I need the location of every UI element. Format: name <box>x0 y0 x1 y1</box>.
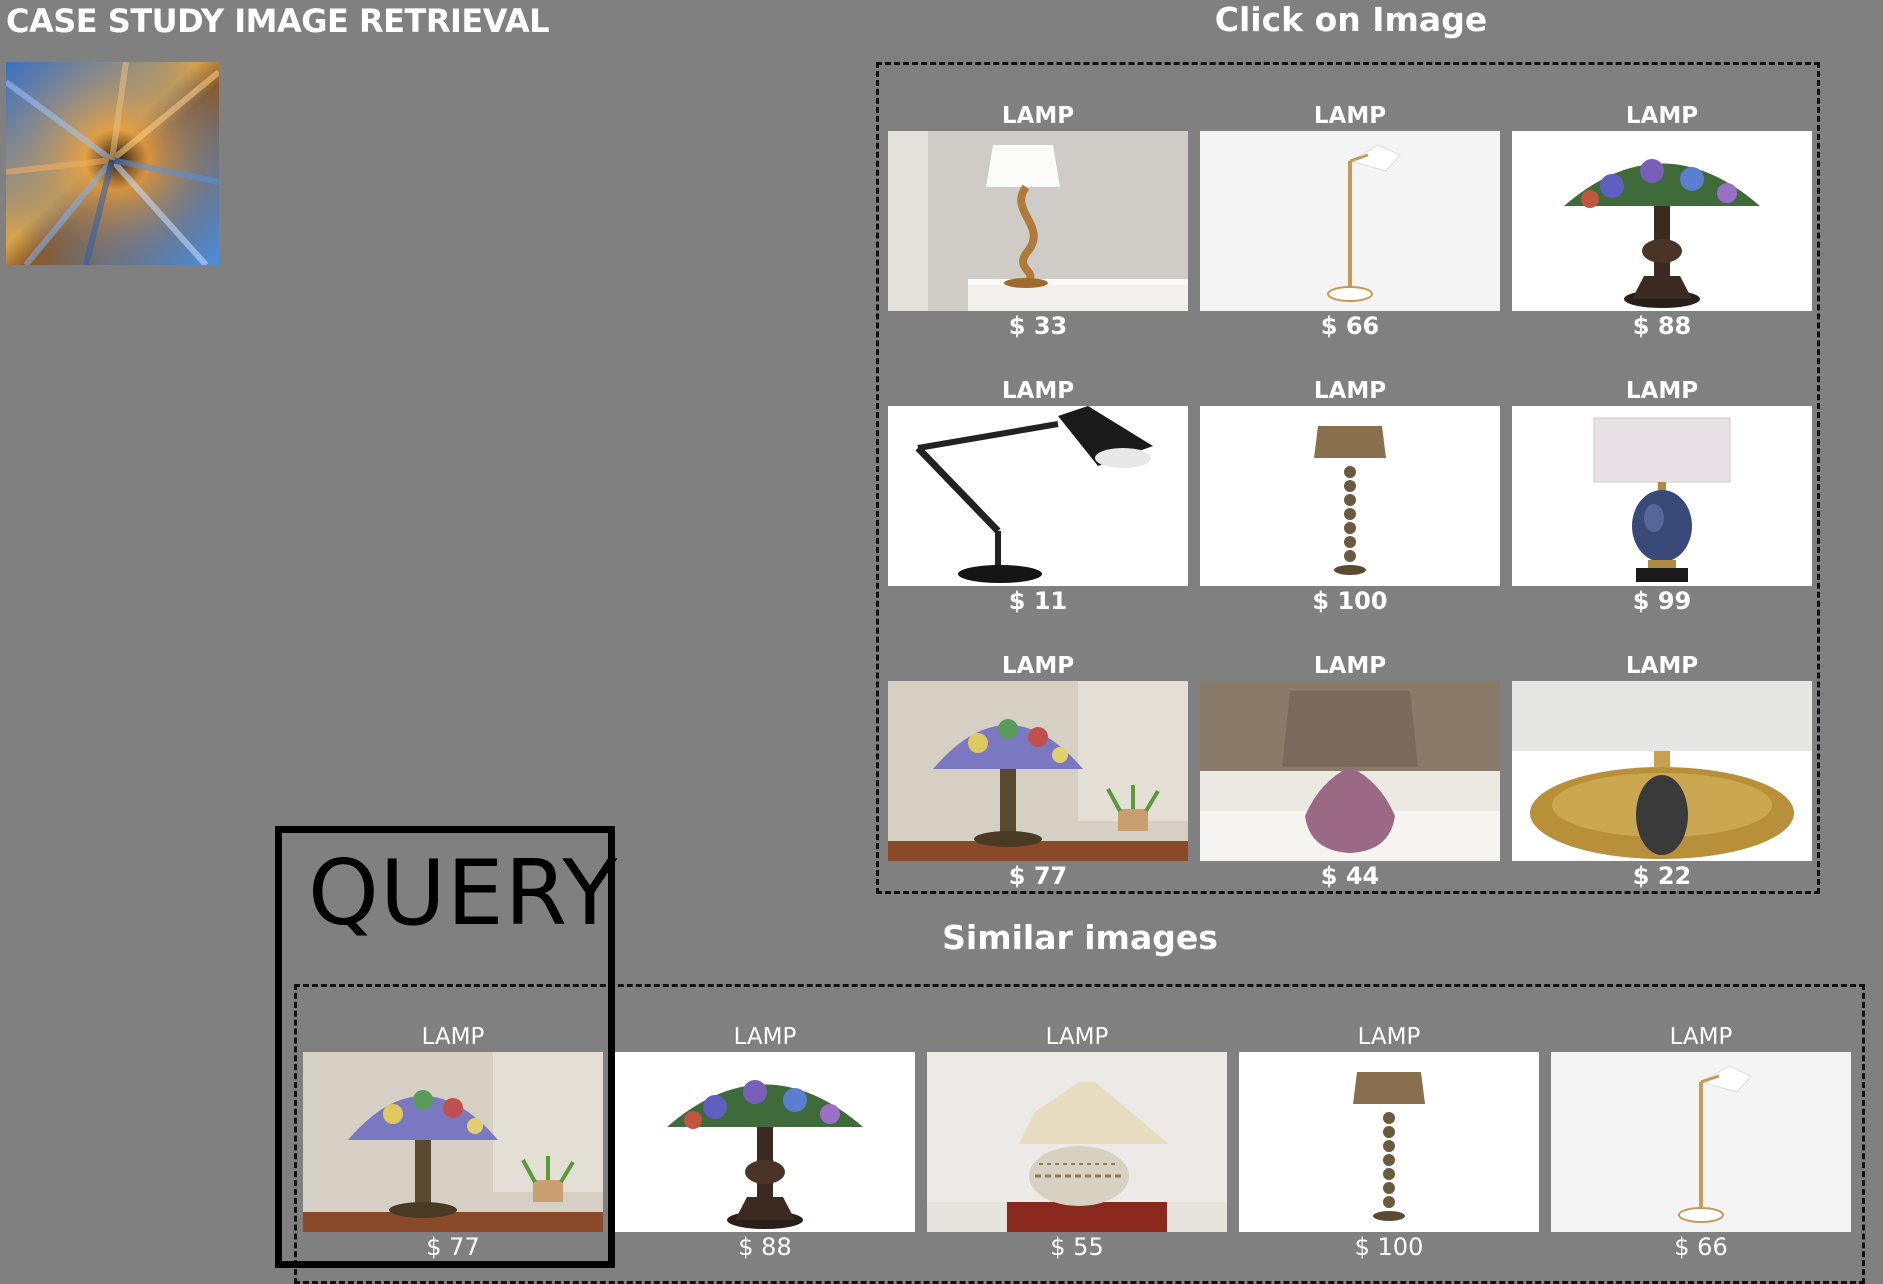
card-label: LAMP <box>1313 653 1387 679</box>
similar-card[interactable]: LAMP $ 100 <box>1239 1022 1539 1261</box>
card-price: $ 99 <box>1632 587 1692 615</box>
card-label: LAMP <box>1357 1024 1421 1050</box>
tiffany-lamp-room-image[interactable] <box>888 681 1188 861</box>
grid-card[interactable]: LAMP $ 11 <box>888 376 1188 615</box>
click-image-grid: LAMP $ 33 LAMP $ 66 LAMP $ 88 LAMP $ 11 … <box>876 62 1820 894</box>
card-price: $ 11 <box>1008 587 1068 615</box>
app-title: CASE STUDY IMAGE RETRIEVAL <box>6 2 549 40</box>
query-label: QUERY <box>308 841 619 946</box>
card-label: LAMP <box>1001 103 1075 129</box>
card-label: LAMP <box>1001 653 1075 679</box>
logo-image <box>6 62 219 265</box>
swing-arm-desk-lamp-image[interactable] <box>888 406 1188 586</box>
card-label: LAMP <box>1001 378 1075 404</box>
similar-images-title: Similar images <box>942 918 1218 957</box>
ceramic-pot-lamp-image[interactable] <box>927 1052 1227 1232</box>
floor-lamp-brass-image[interactable] <box>1551 1052 1851 1232</box>
card-price: $ 88 <box>1632 312 1692 340</box>
query-highlight-box: QUERY <box>275 826 619 1268</box>
grid-card[interactable]: LAMP $ 88 <box>1512 101 1812 340</box>
similar-card[interactable]: LAMP $ 55 <box>927 1022 1227 1261</box>
purple-glass-lamp-image[interactable] <box>1200 681 1500 861</box>
card-price: $ 66 <box>1320 312 1380 340</box>
card-price: $ 22 <box>1632 862 1692 890</box>
card-price: $ 88 <box>738 1233 792 1261</box>
card-price: $ 44 <box>1320 862 1380 890</box>
grid-card[interactable]: LAMP $ 22 <box>1512 651 1812 890</box>
gold-oval-lamp-image[interactable] <box>1512 681 1812 861</box>
spindle-floor-lamp-image[interactable] <box>1239 1052 1539 1232</box>
card-price: $ 66 <box>1674 1233 1728 1261</box>
grid-card[interactable]: LAMP $ 77 <box>888 651 1188 890</box>
click-on-image-title: Click on Image <box>1214 0 1488 39</box>
tiffany-lamp-roses-image[interactable] <box>1512 131 1812 311</box>
floor-lamp-brass-image[interactable] <box>1200 131 1500 311</box>
grid-card[interactable]: LAMP $ 99 <box>1512 376 1812 615</box>
card-label: LAMP <box>1625 653 1699 679</box>
card-label: LAMP <box>733 1024 797 1050</box>
similar-card[interactable]: LAMP $ 88 <box>615 1022 915 1261</box>
spindle-floor-lamp-image[interactable] <box>1200 406 1500 586</box>
blue-ceramic-table-lamp-image[interactable] <box>1512 406 1812 586</box>
card-label: LAMP <box>1313 378 1387 404</box>
card-label: LAMP <box>1625 378 1699 404</box>
card-price: $ 100 <box>1354 1233 1424 1261</box>
tiffany-lamp-roses-image[interactable] <box>615 1052 915 1232</box>
card-price: $ 55 <box>1050 1233 1104 1261</box>
card-label: LAMP <box>1313 103 1387 129</box>
card-price: $ 33 <box>1008 312 1068 340</box>
card-label: LAMP <box>1625 103 1699 129</box>
grid-card[interactable]: LAMP $ 100 <box>1200 376 1500 615</box>
card-label: LAMP <box>1669 1024 1733 1050</box>
card-price: $ 100 <box>1312 587 1388 615</box>
similar-card[interactable]: LAMP $ 66 <box>1551 1022 1851 1261</box>
table-lamp-s-curve-image[interactable] <box>888 131 1188 311</box>
card-price: $ 77 <box>1008 862 1068 890</box>
card-label: LAMP <box>1045 1024 1109 1050</box>
grid-card[interactable]: LAMP $ 66 <box>1200 101 1500 340</box>
grid-card[interactable]: LAMP $ 33 <box>888 101 1188 340</box>
grid-card[interactable]: LAMP $ 44 <box>1200 651 1500 890</box>
